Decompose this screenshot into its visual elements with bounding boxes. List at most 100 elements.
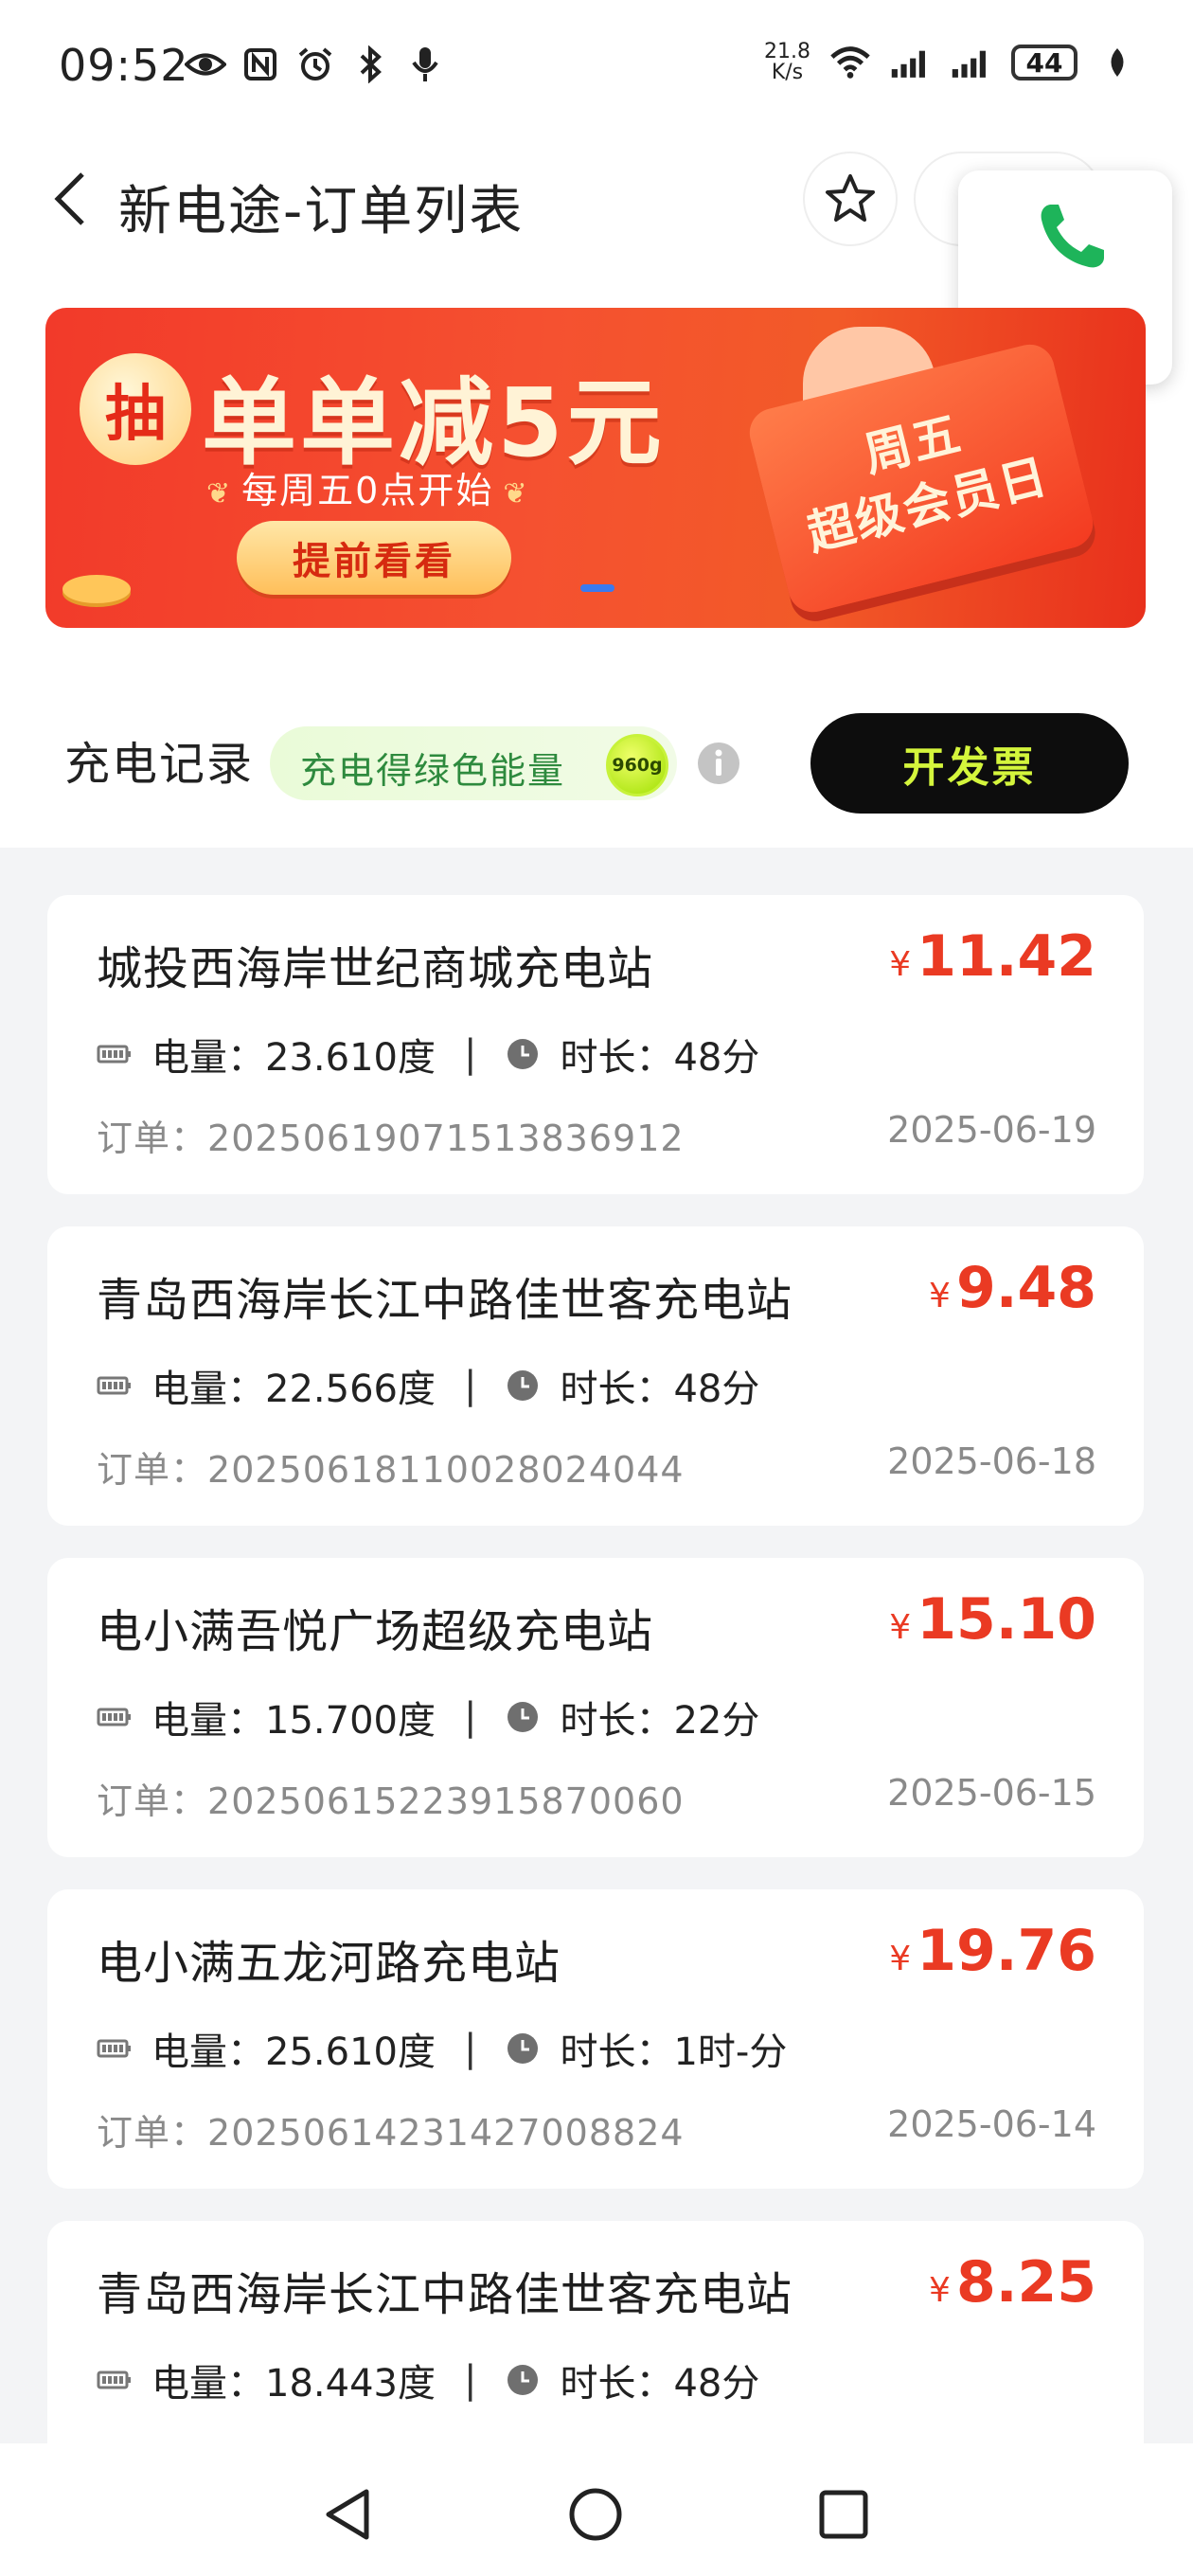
net-speed-value: 21.8 (764, 40, 810, 63)
info-icon[interactable] (697, 742, 740, 785)
triangle-back-icon (326, 2489, 369, 2540)
lottery-badge: 抽 (80, 353, 191, 465)
eye-icon (185, 44, 226, 85)
order-date: 2025-06-14 (887, 2103, 1096, 2145)
clock-icon (505, 2362, 541, 2398)
clock-icon (505, 2030, 541, 2066)
price-value: 15.10 (917, 1586, 1096, 1653)
mic-icon (404, 44, 446, 85)
energy-label: 电量： (151, 1036, 265, 1080)
duration-value: 48分 (673, 1368, 760, 1411)
square-recents-icon (819, 2490, 868, 2539)
back-button[interactable] (36, 161, 102, 237)
stat-separator: | (463, 2027, 477, 2070)
energy-label: 电量： (151, 2030, 265, 2074)
signal-icon (890, 42, 932, 83)
energy-label: 电量： (151, 1699, 265, 1743)
green-energy-pill[interactable]: 充电得绿色能量 960g (270, 726, 677, 800)
duration-label: 时长： (560, 1699, 674, 1743)
duration-value: 48分 (673, 2362, 760, 2406)
nfc-icon (240, 44, 281, 85)
order-card[interactable]: 电小满吾悦广场超级充电站 ¥15.10 电量： 15.700度 | 时长： 22分 订单：20… (47, 1558, 1144, 1857)
stat-separator: | (463, 2358, 477, 2402)
charge-stats: 电量： 15.700度 | 时长： 22分 (97, 1690, 759, 1744)
promo-banner[interactable]: 抽 单单减5元 每周五0点开始 提前看看 周五 超级会员日 (45, 308, 1146, 628)
station-name: 城投西海岸世纪商城充电站 (97, 942, 654, 995)
banner-subtitle: 每周五0点开始 (197, 461, 538, 513)
clock-icon (505, 1699, 541, 1735)
order-card[interactable]: 城投西海岸世纪商城充电站 ¥11.42 电量： 23.610度 | 时长： 48分 订单：20… (47, 895, 1144, 1194)
energy-value: 15.700度 (265, 1699, 436, 1743)
nav-home-button[interactable] (553, 2472, 638, 2557)
order-price: ¥8.25 (929, 2249, 1096, 2316)
energy-label: 电量： (151, 2362, 265, 2406)
energy-value: 18.443度 (265, 2362, 436, 2406)
order-label: 订单： (97, 1780, 208, 1822)
station-name: 电小满五龙河路充电站 (97, 1937, 561, 1990)
currency-symbol: ¥ (889, 1940, 912, 1978)
energy-value: 23.610度 (265, 1036, 436, 1080)
duration-value: 48分 (673, 1036, 760, 1080)
clock-icon (505, 1368, 541, 1404)
green-energy-label: 充电得绿色能量 (300, 750, 566, 792)
price-value: 19.76 (917, 1918, 1096, 1984)
duration-label: 时长： (560, 2030, 674, 2074)
price-value: 11.42 (917, 923, 1096, 990)
charge-stats: 电量： 25.610度 | 时长： 1时-分 (97, 2022, 787, 2075)
order-label: 订单： (97, 2112, 208, 2154)
star-icon (826, 174, 875, 222)
net-speed-unit: K/s (771, 61, 804, 84)
circle-home-icon (569, 2488, 622, 2541)
battery-icon (97, 1036, 133, 1072)
currency-symbol: ¥ (929, 2271, 951, 2310)
order-date: 2025-06-18 (887, 1440, 1096, 1482)
status-bar: 09:52 21.8 K/s 44 (0, 0, 1193, 133)
net-speed: 21.8 K/s (764, 42, 810, 83)
coin-illustration (62, 575, 131, 603)
station-name: 电小满吾悦广场超级充电站 (97, 1605, 654, 1658)
nav-recents-button[interactable] (801, 2472, 886, 2557)
records-header: 充电记录 充电得绿色能量 960g 开发票 (0, 706, 1193, 819)
duration-label: 时长： (560, 1368, 674, 1411)
alarm-icon (294, 44, 336, 85)
price-value: 9.48 (955, 1255, 1096, 1321)
energy-label: 电量： (151, 1368, 265, 1411)
system-navigation-bar (0, 2443, 1193, 2576)
leaf-icon (1096, 42, 1138, 83)
banner-cta-button[interactable]: 提前看看 (237, 521, 511, 595)
stat-separator: | (463, 1695, 477, 1739)
order-date: 2025-06-19 (887, 1109, 1096, 1151)
bluetooth-icon (349, 44, 391, 85)
order-number-value: 20250615223915870060 (207, 1780, 685, 1822)
station-name: 青岛西海岸长江中路佳世客充电站 (97, 2268, 793, 2321)
clock-icon (505, 1036, 541, 1072)
order-label: 订单： (97, 1118, 208, 1159)
order-card[interactable]: 电小满五龙河路充电站 ¥19.76 电量： 25.610度 | 时长： 1时-分 订单：202… (47, 1889, 1144, 2189)
invoice-button[interactable]: 开发票 (810, 713, 1129, 814)
chevron-left-icon (54, 172, 84, 225)
status-icons-left (185, 44, 446, 85)
page-title: 新电途-订单列表 (118, 181, 525, 242)
order-number-value: 2025061907151383691​2 (207, 1118, 685, 1159)
favorite-button[interactable] (803, 152, 898, 246)
order-number: 订单：20250614231427008824 (97, 2103, 685, 2156)
order-price: ¥19.76 (889, 1918, 1096, 1984)
stat-separator: | (463, 1032, 477, 1076)
battery-icon (97, 1368, 133, 1404)
order-date: 2025-06-15 (887, 1772, 1096, 1814)
order-card[interactable]: 青岛西海岸长江中路佳世客充电站 ¥9.48 电量： 22.566度 | 时长： 48分 订单：… (47, 1226, 1144, 1526)
order-number-value: 20250618110028024044 (207, 1449, 685, 1491)
battery-icon (97, 2030, 133, 2066)
duration-label: 时长： (560, 2362, 674, 2406)
nav-back-button[interactable] (305, 2472, 390, 2557)
status-icons-right: 21.8 K/s 44 (764, 42, 1138, 83)
battery-icon (97, 1699, 133, 1735)
order-label: 订单： (97, 1449, 208, 1491)
order-number: 订单：20250618110028024044 (97, 1440, 685, 1493)
order-number-value: 20250614231427008824 (207, 2112, 685, 2154)
price-value: 8.25 (955, 2249, 1096, 2316)
energy-value: 25.610度 (265, 2030, 436, 2074)
order-price: ¥11.42 (889, 923, 1096, 990)
order-price: ¥9.48 (929, 1255, 1096, 1321)
member-day-card: 周五 超级会员日 (744, 339, 1098, 617)
